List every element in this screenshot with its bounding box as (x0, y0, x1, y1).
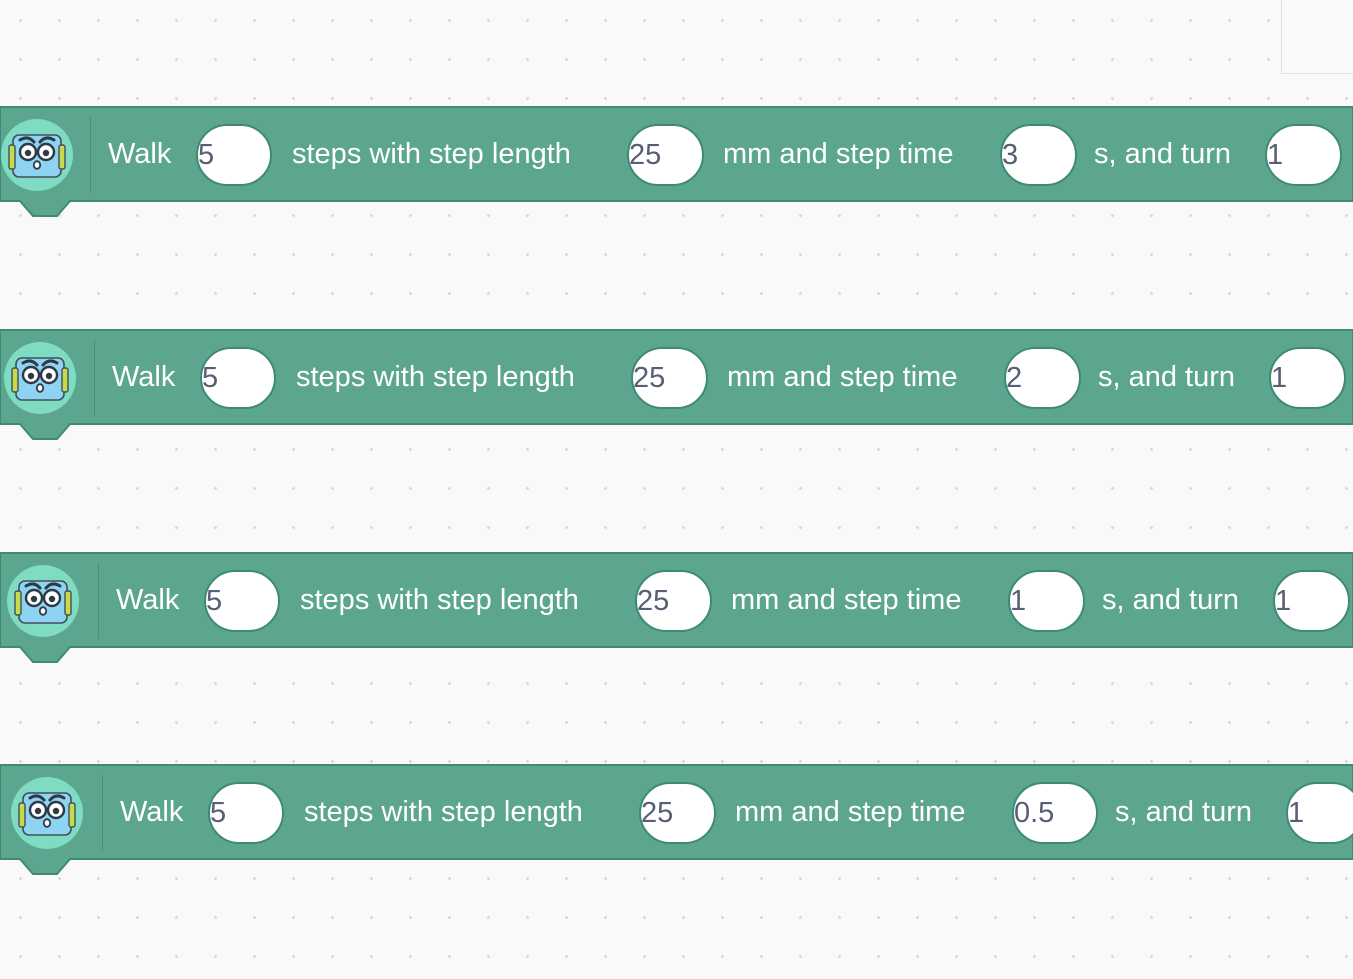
step-time-input[interactable] (1012, 782, 1098, 844)
step-time-label: mm and step time (723, 138, 954, 170)
robot-face-icon (10, 776, 84, 850)
steps-input[interactable] (200, 347, 276, 409)
block-divider (90, 117, 91, 193)
robot-face-icon (0, 118, 74, 192)
turn-label: s, and turn (1115, 796, 1253, 828)
step-length-input[interactable] (627, 124, 704, 186)
step-time-label: mm and step time (735, 796, 966, 828)
walk-label: Walk (120, 796, 184, 828)
step-time-input[interactable] (1000, 124, 1077, 186)
steps-input[interactable] (208, 782, 284, 844)
walk-label: Walk (116, 584, 180, 616)
block-divider (94, 340, 95, 416)
turn-input[interactable] (1265, 124, 1342, 186)
step-time-input[interactable] (1004, 347, 1081, 409)
walk-label: Walk (108, 138, 172, 170)
steps-label: steps with step length (296, 361, 575, 393)
turn-input[interactable] (1269, 347, 1346, 409)
workspace-corner-panel (1281, 0, 1353, 74)
robot-face-icon (3, 341, 77, 415)
steps-input[interactable] (196, 124, 272, 186)
step-time-input[interactable] (1008, 570, 1085, 632)
block-divider (102, 775, 103, 851)
step-length-input[interactable] (639, 782, 716, 844)
steps-input[interactable] (204, 570, 280, 632)
steps-label: steps with step length (300, 584, 579, 616)
turn-input[interactable] (1286, 782, 1353, 844)
turn-input[interactable] (1273, 570, 1350, 632)
robot-face-icon (6, 564, 80, 638)
step-time-label: mm and step time (731, 584, 962, 616)
turn-label: s, and turn (1102, 584, 1240, 616)
turn-label: s, and turn (1098, 361, 1236, 393)
turn-label: s, and turn (1094, 138, 1232, 170)
steps-label: steps with step length (304, 796, 583, 828)
walk-label: Walk (112, 361, 176, 393)
steps-label: steps with step length (292, 138, 571, 170)
block-divider (98, 563, 99, 639)
step-length-input[interactable] (635, 570, 712, 632)
step-length-input[interactable] (631, 347, 708, 409)
step-time-label: mm and step time (727, 361, 958, 393)
